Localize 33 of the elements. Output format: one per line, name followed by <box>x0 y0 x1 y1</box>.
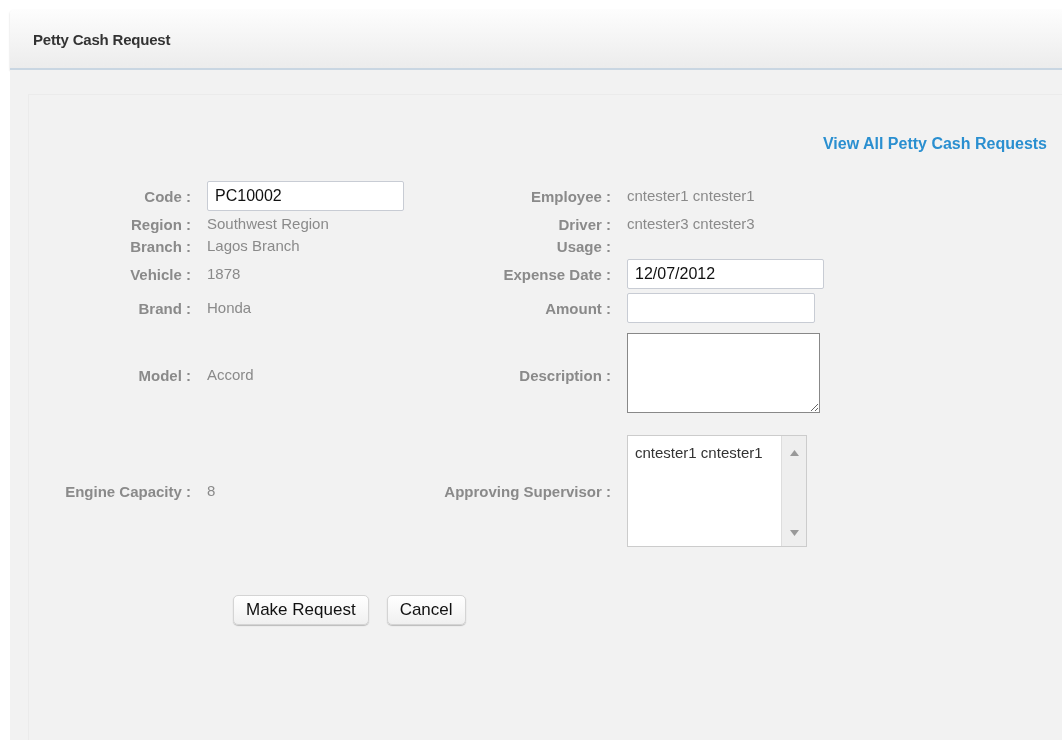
field-label: Approving Supervisor : <box>443 482 611 500</box>
field-label: Model : <box>137 366 191 384</box>
field-value: Accord <box>207 366 254 383</box>
field-value: 1878 <box>207 265 241 282</box>
field-label: Driver : <box>557 215 611 233</box>
submit-button[interactable]: Make Request <box>233 595 369 625</box>
input-field[interactable] <box>627 293 815 323</box>
field-label: Engine Capacity : <box>64 482 191 500</box>
field-label: Branch : <box>129 237 191 255</box>
field-label: Usage : <box>555 237 611 255</box>
input-field[interactable]: PC10002 <box>207 181 404 211</box>
field-value: Southwest Region <box>207 215 329 232</box>
field-label: Description : <box>518 366 611 384</box>
list-box[interactable]: cntester1 cntester1 <box>627 435 807 547</box>
field-value: cntester1 cntester1 <box>627 187 755 204</box>
field-label: Code : <box>143 187 191 205</box>
field-value: 8 <box>207 482 216 499</box>
window-title: Petty Cash Request <box>33 30 171 48</box>
text-area[interactable] <box>627 333 820 413</box>
field-label: Employee : <box>529 187 611 205</box>
field-label: Region : <box>130 215 191 233</box>
scroll-up-icon[interactable] <box>789 450 799 456</box>
field-value: cntester3 cntester3 <box>627 215 755 232</box>
field-label: Expense Date : <box>502 265 611 283</box>
field-label: Brand : <box>137 299 191 317</box>
field-label: Vehicle : <box>129 265 191 283</box>
scroll-down-icon[interactable] <box>789 530 799 536</box>
field-label: Amount : <box>544 299 611 317</box>
field-value: Honda <box>207 299 252 316</box>
input-field[interactable]: 12/07/2012 <box>627 259 824 289</box>
field-value: Lagos Branch <box>207 237 300 254</box>
list-option[interactable]: cntester1 cntester1 <box>635 444 781 461</box>
cancel-button[interactable]: Cancel <box>386 595 466 625</box>
